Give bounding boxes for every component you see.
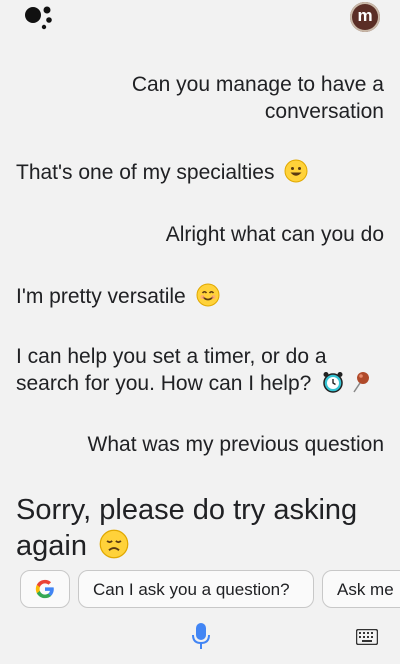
avatar[interactable]: m	[350, 2, 380, 32]
response-text: again	[16, 530, 87, 562]
suggestion-chips: Can I ask you a question? Ask me	[0, 570, 400, 612]
message-text: search for you. How can I help?	[16, 372, 312, 395]
message-text: I'm pretty versatile	[16, 285, 186, 308]
assistant-message: That's one of my specialties	[16, 159, 308, 186]
input-bar	[0, 614, 400, 664]
message-line: I can help you set a timer, or do a	[16, 345, 327, 368]
assistant-message: I'm pretty versatile	[16, 283, 220, 310]
message-line: search for you. How can I help?	[16, 370, 371, 397]
microphone-icon[interactable]	[190, 622, 212, 652]
disappointed-face-emoji-icon	[99, 529, 129, 559]
pin-emoji-icon	[353, 372, 370, 393]
user-message: Can you manage to have a conversation	[132, 71, 384, 125]
message-text: That's one of my specialties	[16, 161, 275, 184]
suggestion-chip-ask-me[interactable]: Ask me	[322, 570, 400, 608]
assistant-response: Sorry, please do try asking again	[16, 492, 357, 564]
top-bar: m	[0, 0, 400, 40]
keyboard-icon[interactable]	[356, 629, 378, 645]
alarm-clock-emoji-icon	[323, 372, 343, 393]
assistant-message: I can help you set a timer, or do a sear…	[16, 343, 371, 397]
message-line: conversation	[264, 100, 384, 123]
user-message: Alright what can you do	[166, 221, 384, 248]
grinning-face-emoji-icon	[284, 159, 308, 183]
google-g-icon	[35, 579, 54, 599]
suggestion-chip-question[interactable]: Can I ask you a question?	[78, 570, 314, 608]
google-search-chip[interactable]	[20, 570, 70, 608]
response-line: again	[16, 528, 357, 564]
message-text: What was my previous question	[87, 433, 384, 456]
smiling-face-emoji-icon	[196, 283, 220, 307]
response-line: Sorry, please do try asking	[16, 494, 358, 526]
message-line: Can you manage to have a	[131, 73, 384, 96]
google-assistant-icon[interactable]	[24, 4, 56, 32]
user-message: What was my previous question	[88, 431, 384, 458]
message-text: Alright what can you do	[165, 223, 384, 246]
